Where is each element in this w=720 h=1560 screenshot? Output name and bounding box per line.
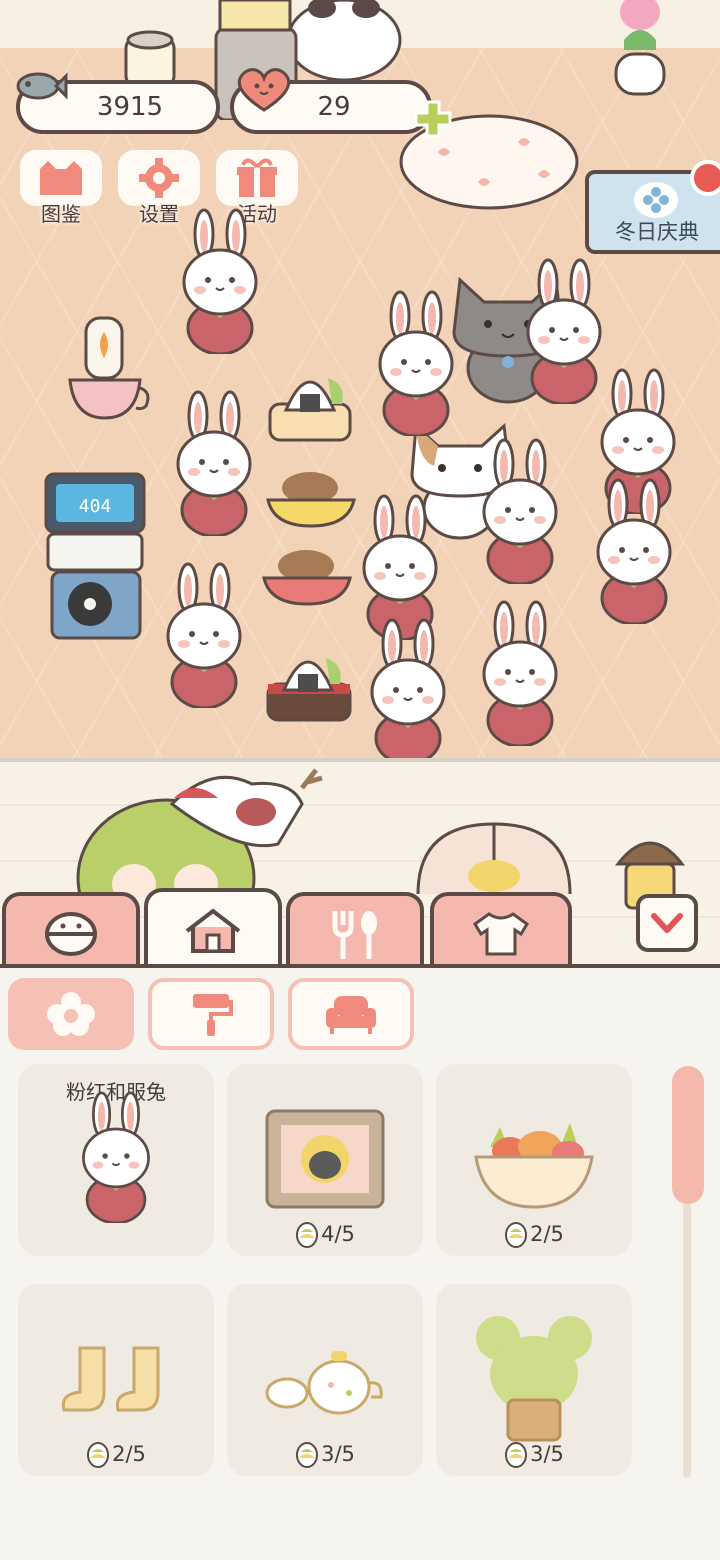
rabbit-6[interactable]: [478, 438, 562, 584]
teacup-lamp[interactable]: [66, 310, 152, 422]
item-card-plant[interactable]: 3/5: [436, 1284, 632, 1476]
egg-icon: [87, 1442, 110, 1468]
sofa-icon: [326, 996, 376, 1034]
house-icon: [185, 908, 241, 953]
egg-icon: [296, 1442, 319, 1468]
green-hair-character[interactable]: [76, 768, 336, 898]
dome-cage[interactable]: [416, 820, 572, 894]
egg-icon: [505, 1442, 528, 1468]
item-card-tea-set[interactable]: 3/5: [227, 1284, 423, 1476]
flower-icon: [47, 992, 95, 1036]
rabbit-8[interactable]: [592, 478, 676, 624]
tab-tableware[interactable]: [286, 892, 424, 972]
rabbit-kimono-art: [82, 1091, 150, 1223]
item-count-value: 4/5: [321, 1222, 355, 1246]
fish-icon: [16, 72, 68, 100]
rabbit-2[interactable]: [374, 290, 458, 436]
tab-furniture[interactable]: [144, 888, 282, 968]
subtab-wallpaper[interactable]: [148, 978, 274, 1050]
collapse-panel-button[interactable]: [636, 894, 698, 952]
onigiri-basket-2[interactable]: [264, 640, 356, 726]
potted-plant-art: [476, 1316, 592, 1442]
rabbit-9[interactable]: [162, 562, 246, 708]
snowflake-badge-icon: [634, 182, 678, 218]
item-card-rabbit[interactable]: 粉红和服兔: [18, 1064, 214, 1256]
tab-food[interactable]: [2, 892, 140, 972]
food-bowl-red[interactable]: [260, 544, 354, 610]
framed-picture-art: [265, 1109, 385, 1209]
tab-clothing[interactable]: [430, 892, 572, 972]
chevron-down-icon: [651, 913, 683, 933]
item-count: 4/5: [227, 1220, 423, 1248]
food-bowl-icon: [45, 912, 97, 956]
egg-icon: [505, 1222, 528, 1248]
notification-dot: [690, 160, 720, 196]
onigiri-basket-1[interactable]: [266, 360, 356, 444]
item-count: 3/5: [436, 1440, 632, 1468]
rabbit-1[interactable]: [178, 208, 262, 354]
festival-label: 冬日庆典: [615, 220, 699, 244]
item-count-value: 3/5: [321, 1442, 355, 1466]
fork-spoon-icon: [332, 911, 377, 959]
item-count: 2/5: [18, 1440, 214, 1468]
egg-icon: [296, 1222, 319, 1248]
room-scene[interactable]: 3915 29 图鉴 设置 活动 冬日庆典 404: [0, 0, 720, 760]
item-count-value: 3/5: [530, 1442, 564, 1466]
shirt-icon: [473, 912, 529, 956]
tea-set-art: [265, 1351, 383, 1415]
boots-art: [61, 1346, 160, 1412]
rabbit-3[interactable]: [522, 258, 606, 404]
scrollbar-thumb[interactable]: [672, 1066, 704, 1204]
subtab-decor[interactable]: [8, 978, 134, 1050]
item-count-value: 2/5: [530, 1222, 564, 1246]
item-card-boots[interactable]: 2/5: [18, 1284, 214, 1476]
item-count-value: 2/5: [112, 1442, 146, 1466]
category-tab-bar: [0, 888, 720, 972]
rabbit-11[interactable]: [366, 618, 450, 760]
item-count: 3/5: [227, 1440, 423, 1468]
collection-button[interactable]: 图鉴: [18, 150, 104, 226]
paint-roller-icon: [193, 994, 233, 1036]
add-hearts-button[interactable]: [412, 98, 454, 140]
subtab-furniture[interactable]: [288, 978, 414, 1050]
item-card-vegetables[interactable]: 2/5: [436, 1064, 632, 1256]
fish-count: 3915: [96, 92, 164, 122]
heart-icon: [237, 68, 291, 112]
rabbit-4[interactable]: [172, 390, 256, 536]
heart-count: 29: [317, 92, 351, 122]
rabbit-10[interactable]: [478, 600, 562, 746]
vegetable-basket-art: [474, 1123, 594, 1209]
kettle[interactable]: [118, 28, 194, 88]
collection-label: 图鉴: [41, 202, 81, 226]
laptop-record-player[interactable]: 404: [44, 472, 148, 644]
potted-tulip[interactable]: [604, 0, 676, 100]
food-bowl-yellow[interactable]: [264, 464, 358, 530]
svg-text:404: 404: [79, 496, 112, 517]
item-count: 2/5: [436, 1220, 632, 1248]
item-card-picture[interactable]: 4/5: [227, 1064, 423, 1256]
